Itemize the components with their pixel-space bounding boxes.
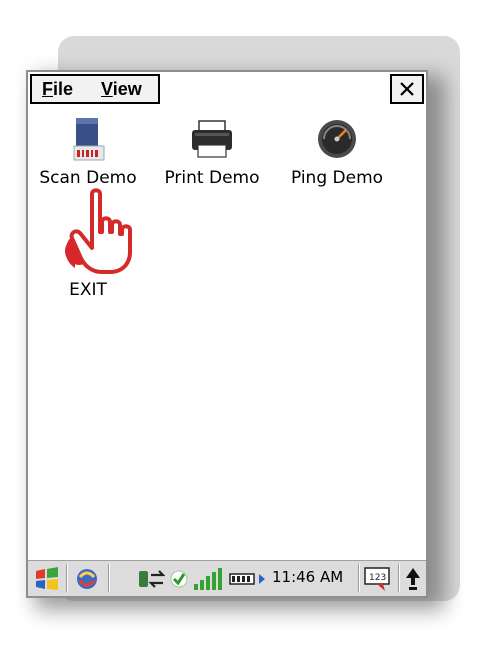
page: File View Scan Demo Print Demo Ping Demo… [0, 0, 487, 652]
battery-icon [229, 573, 265, 585]
taskbar-separator [66, 564, 68, 592]
activesync-icon [139, 570, 165, 588]
menu-group: File View [30, 74, 160, 104]
menu-file-mnemonic: F [42, 78, 53, 99]
desktop-icon-label: EXIT [69, 280, 107, 300]
desktop-icon-scan-demo[interactable]: Scan Demo [28, 116, 148, 188]
device-screen: File View Scan Demo Print Demo Ping Demo… [26, 70, 428, 598]
close-button[interactable] [390, 74, 424, 104]
desktop-icon-label: Print Demo [164, 168, 260, 188]
up-arrow-icon [406, 568, 420, 590]
sip-toggle-button[interactable] [402, 566, 424, 592]
hand-pointer-icon [69, 188, 132, 274]
printer-icon [189, 116, 235, 162]
keyboard-label: 123 [369, 573, 386, 583]
desktop-icon-label: Scan Demo [39, 168, 137, 188]
signal-status[interactable] [192, 566, 224, 592]
menu-file-rest: ile [53, 78, 74, 99]
desktop-icon-label: Ping Demo [290, 168, 384, 188]
taskbar-separator [398, 564, 400, 592]
windows-start-icon [36, 567, 58, 590]
start-button[interactable] [32, 566, 62, 592]
keyboard-input-icon: 123 [364, 567, 390, 591]
apps-button[interactable] [72, 566, 102, 592]
input-panel-button[interactable]: 123 [362, 566, 394, 592]
taskbar-clock[interactable]: 11:46 AM [272, 568, 343, 586]
connectivity-status[interactable] [136, 566, 166, 592]
close-icon [400, 82, 414, 96]
menu-view-rest: iew [112, 78, 142, 99]
taskbar-separator [108, 564, 110, 592]
scanner-icon [65, 116, 111, 162]
menu-view-mnemonic: V [101, 78, 113, 99]
desktop-icon-ping-demo[interactable]: Ping Demo [277, 116, 397, 188]
menu-view[interactable]: View [73, 79, 142, 100]
signal-bars-icon [194, 568, 222, 590]
apps-switcher-icon [77, 569, 97, 589]
check-status[interactable] [168, 566, 190, 592]
gauge-icon [314, 116, 360, 162]
taskbar-separator [358, 564, 360, 592]
taskbar: 11:46 AM 123 [28, 558, 426, 596]
menu-file[interactable]: File [32, 79, 73, 100]
desktop-icon-print-demo[interactable]: Print Demo [152, 116, 272, 188]
battery-status[interactable] [228, 566, 268, 592]
menu-bar: File View [28, 72, 426, 108]
check-icon [170, 570, 188, 588]
